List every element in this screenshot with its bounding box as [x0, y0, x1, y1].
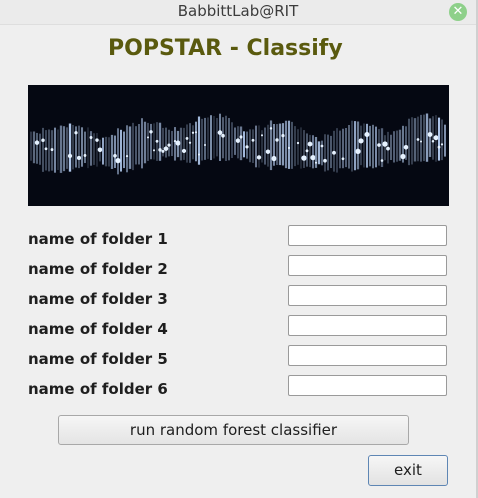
- banner-highlight: [314, 161, 318, 164]
- folder-1-label: name of folder 1: [28, 230, 168, 248]
- banner-highlight: [271, 155, 277, 162]
- banner-highlight: [419, 140, 423, 143]
- banner-highlight: [181, 148, 187, 154]
- banner-highlight: [50, 148, 54, 151]
- run-classifier-button[interactable]: run random forest classifier: [58, 415, 409, 445]
- banner-highlight: [287, 146, 291, 150]
- banner-highlight: [431, 139, 435, 143]
- banner-highlight: [265, 149, 271, 154]
- banner-highlight: [185, 136, 189, 140]
- banner-highlight: [41, 138, 45, 143]
- banner-highlight: [197, 153, 201, 156]
- banner-image: [30, 113, 447, 175]
- banner-highlight: [235, 138, 241, 143]
- banner-highlight: [260, 134, 264, 137]
- banner-highlight: [341, 157, 345, 161]
- banner-highlight: [155, 139, 159, 143]
- folder-5-label: name of folder 5: [28, 350, 168, 368]
- banner-highlight: [256, 155, 262, 160]
- banner-highlight: [217, 130, 223, 135]
- banner-highlight: [44, 147, 48, 151]
- banner-highlight: [74, 131, 78, 135]
- page-title: POPSTAR - Classify: [108, 36, 343, 61]
- banner-highlight: [382, 141, 388, 147]
- banner-highlight: [400, 153, 406, 160]
- banner-highlight: [239, 135, 243, 139]
- banner-highlight: [427, 132, 433, 137]
- banner-highlight: [310, 155, 316, 161]
- banner-highlight: [163, 146, 169, 151]
- banner-highlight: [281, 134, 285, 138]
- banner-highlight: [89, 136, 93, 140]
- banner-highlight: [433, 135, 439, 141]
- banner-highlight: [355, 148, 361, 155]
- banner-highlight: [76, 155, 82, 161]
- folder-6-label: name of folder 6: [28, 380, 168, 398]
- banner-highlight: [125, 155, 129, 158]
- folder-6-input[interactable]: [288, 375, 447, 396]
- folder-4-input[interactable]: [288, 315, 447, 336]
- folder-1-input[interactable]: [288, 225, 447, 246]
- banner-highlight: [115, 157, 121, 164]
- banner-highlight: [113, 153, 117, 158]
- folder-5-input[interactable]: [288, 345, 447, 366]
- window-title: BabbittLab@RIT: [177, 2, 299, 20]
- banner-highlight: [440, 143, 444, 146]
- banner-highlight: [175, 140, 181, 146]
- folder-4-label: name of folder 4: [28, 320, 168, 338]
- folder-3-label: name of folder 3: [28, 290, 168, 308]
- folder-2-input[interactable]: [288, 255, 447, 276]
- banner-highlight: [307, 141, 313, 147]
- banner-highlight: [149, 130, 153, 134]
- spectrogram-banner: [28, 85, 449, 206]
- banner-highlight: [377, 143, 381, 147]
- banner-highlight: [95, 138, 99, 142]
- banner-highlight: [83, 154, 87, 157]
- banner-highlight: [364, 131, 370, 138]
- banner-highlight: [416, 138, 420, 141]
- banner-highlight: [97, 147, 103, 153]
- banner-highlight: [188, 141, 192, 144]
- banner-highlight: [437, 145, 441, 149]
- banner-highlight: [358, 138, 364, 144]
- banner-highlight: [194, 131, 198, 134]
- banner-highlight: [386, 146, 390, 151]
- banner-highlight: [245, 145, 249, 149]
- banner-highlight: [152, 149, 156, 152]
- banner-highlight: [158, 148, 162, 152]
- banner-highlight: [301, 155, 307, 161]
- title-bar[interactable]: BabbittLab@RIT ✕: [0, 0, 476, 25]
- banner-highlight: [203, 143, 207, 146]
- banner-highlight: [320, 144, 324, 148]
- banner-highlight: [380, 159, 384, 162]
- banner-highlight: [67, 153, 73, 159]
- banner-highlight: [146, 136, 150, 139]
- banner-highlight: [161, 149, 165, 153]
- banner-highlight: [221, 133, 225, 138]
- banner-highlight: [296, 141, 300, 145]
- banner-highlight: [332, 150, 336, 155]
- close-icon[interactable]: ✕: [449, 3, 467, 21]
- banner-highlight: [167, 143, 171, 147]
- banner-highlight: [269, 127, 273, 130]
- banner-highlight: [305, 149, 309, 153]
- banner-highlight: [275, 138, 279, 142]
- app-window: BabbittLab@RIT ✕ POPSTAR - Classify name…: [0, 0, 478, 498]
- folder-2-label: name of folder 2: [28, 260, 168, 278]
- exit-button[interactable]: exit: [368, 455, 448, 486]
- folder-3-input[interactable]: [288, 285, 447, 306]
- banner-highlight: [323, 158, 327, 163]
- banner-highlight: [403, 145, 409, 150]
- banner-highlight: [251, 138, 255, 142]
- banner-highlight: [34, 140, 40, 145]
- banner-highlight: [191, 131, 195, 134]
